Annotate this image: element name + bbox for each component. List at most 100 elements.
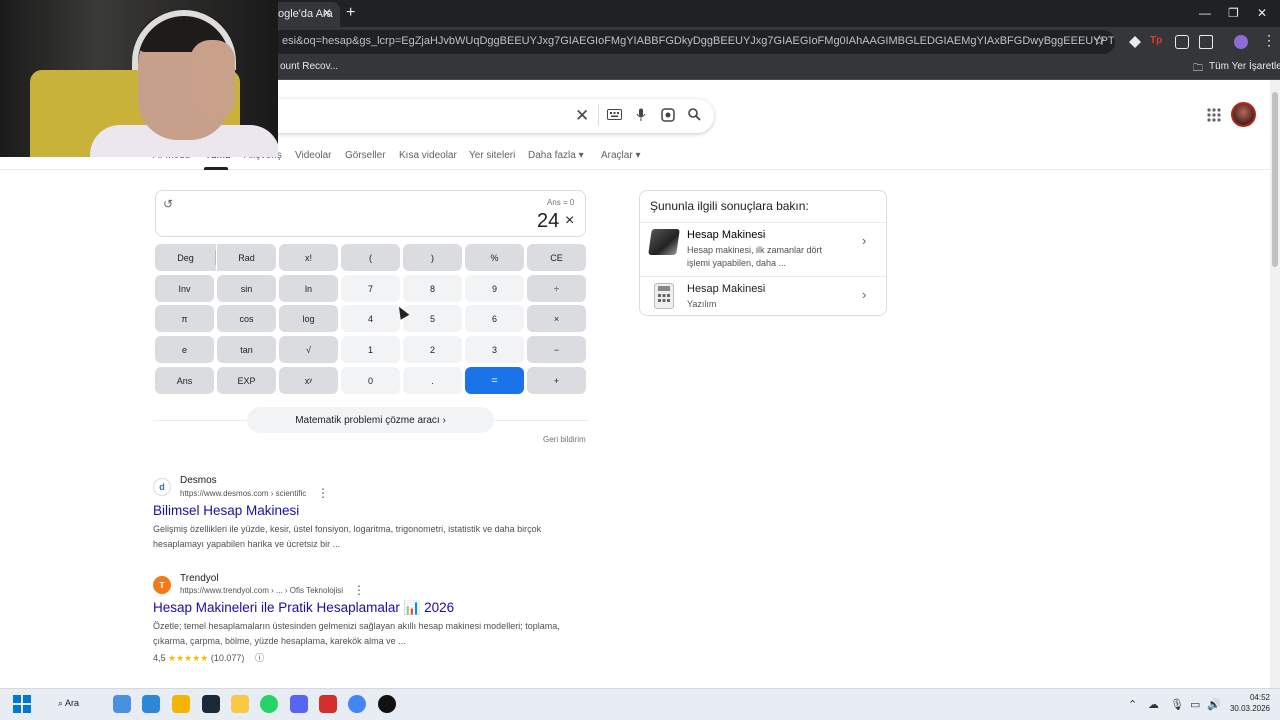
- mic-icon[interactable]: 🎙: [1170, 698, 1184, 711]
- plus-key[interactable]: +: [527, 367, 586, 394]
- nine-key[interactable]: 9: [465, 275, 524, 302]
- chevron-right-icon[interactable]: ›: [862, 287, 866, 302]
- taskbar-clock[interactable]: 04:52 30.03.2026: [1228, 692, 1270, 714]
- taskbar-search[interactable]: ⌕ Ara: [48, 694, 102, 714]
- onedrive-icon[interactable]: ☁: [1148, 698, 1159, 711]
- browser-menu-icon[interactable]: ⋮: [1262, 32, 1276, 49]
- feedback-link[interactable]: Geri bildirim: [543, 435, 586, 444]
- four-key[interactable]: 4: [341, 305, 400, 332]
- eight-key[interactable]: 8: [403, 275, 462, 302]
- profile-icon[interactable]: [1234, 35, 1248, 49]
- more-options-icon[interactable]: ⋮: [353, 583, 365, 597]
- history-icon[interactable]: ↺: [163, 197, 173, 211]
- ln-key[interactable]: ln: [279, 275, 338, 302]
- app-icon[interactable]: [378, 695, 396, 713]
- explorer-icon[interactable]: [231, 695, 249, 713]
- three-key[interactable]: 3: [465, 336, 524, 363]
- tray-chevron-icon[interactable]: ⌃: [1128, 698, 1137, 711]
- zero-key[interactable]: 0: [341, 367, 400, 394]
- info-icon[interactable]: ⓘ: [255, 653, 264, 663]
- percent-key[interactable]: %: [465, 244, 524, 271]
- tab-tools[interactable]: Araçlar ▾: [601, 150, 640, 161]
- maximize-button[interactable]: ❐: [1228, 6, 1239, 20]
- log-key[interactable]: log: [279, 305, 338, 332]
- windows-start-icon[interactable]: [13, 695, 31, 713]
- divide-key[interactable]: ÷: [527, 275, 586, 302]
- network-icon[interactable]: ▭: [1190, 698, 1200, 711]
- bookmark-item[interactable]: ount Recov...: [280, 61, 338, 72]
- apps-grid-icon[interactable]: [1207, 108, 1221, 126]
- related-item-title[interactable]: Hesap Makinesi: [687, 283, 765, 295]
- one-key[interactable]: 1: [341, 336, 400, 363]
- tab-videos[interactable]: Videolar: [295, 150, 332, 161]
- new-tab-button[interactable]: +: [346, 4, 355, 22]
- result-title[interactable]: Hesap Makineleri ile Pratik Hesaplamalar…: [153, 600, 454, 616]
- clear-search-icon[interactable]: ✕: [575, 106, 589, 126]
- whatsapp-icon[interactable]: [260, 695, 278, 713]
- cos-key[interactable]: cos: [217, 305, 276, 332]
- chevron-right-icon[interactable]: ›: [862, 233, 866, 248]
- all-bookmarks-link[interactable]: Tüm Yer İşaretleri: [1209, 61, 1280, 72]
- clear-entry-key[interactable]: CE: [527, 244, 586, 271]
- tan-key[interactable]: tan: [217, 336, 276, 363]
- chrome-icon[interactable]: [348, 695, 366, 713]
- scrollbar-thumb[interactable]: [1272, 92, 1278, 267]
- factorial-key[interactable]: x!: [279, 244, 338, 271]
- media-icon[interactable]: [319, 695, 337, 713]
- open-paren-key[interactable]: (: [341, 244, 400, 271]
- ans-key[interactable]: Ans: [155, 367, 214, 394]
- bookmark-star-icon[interactable]: ☆: [1093, 32, 1106, 49]
- search-icon[interactable]: [688, 108, 701, 124]
- two-key[interactable]: 2: [403, 336, 462, 363]
- close-window-button[interactable]: ✕: [1257, 6, 1267, 20]
- close-paren-key[interactable]: ): [403, 244, 462, 271]
- discord-icon[interactable]: [290, 695, 308, 713]
- steam-icon[interactable]: [202, 695, 220, 713]
- inverse-key[interactable]: Inv: [155, 275, 214, 302]
- e-key[interactable]: e: [155, 336, 214, 363]
- extensions-puzzle-icon[interactable]: [1199, 35, 1213, 49]
- files-icon[interactable]: [172, 695, 190, 713]
- extension-icon[interactable]: [1128, 35, 1142, 49]
- mic-icon[interactable]: [636, 108, 646, 125]
- tab-close-icon[interactable]: ✕: [322, 6, 332, 20]
- minimize-button[interactable]: —: [1199, 6, 1211, 20]
- url-field[interactable]: esi&oq=hesap&gs_lcrp=EgZjaHJvbWUqDggBEEU…: [270, 30, 1115, 54]
- more-options-icon[interactable]: ⋮: [317, 486, 329, 500]
- store-icon[interactable]: [142, 695, 160, 713]
- copilot-icon[interactable]: [113, 695, 131, 713]
- calculator-thumbnail[interactable]: [648, 229, 680, 255]
- pi-key[interactable]: π: [155, 305, 214, 332]
- decimal-key[interactable]: .: [403, 367, 462, 394]
- seven-key[interactable]: 7: [341, 275, 400, 302]
- result-title[interactable]: Bilimsel Hesap Makinesi: [153, 503, 299, 518]
- math-solver-button[interactable]: Matematik problemi çözme aracı ›: [247, 407, 494, 433]
- related-item-title[interactable]: Hesap Makinesi: [687, 229, 765, 241]
- tab-short-videos[interactable]: Kısa videolar: [399, 150, 457, 161]
- six-key[interactable]: 6: [465, 305, 524, 332]
- calculator-app-icon[interactable]: [654, 283, 674, 309]
- equals-key[interactable]: =: [465, 367, 524, 394]
- extension-icon[interactable]: [1175, 35, 1189, 49]
- sin-key[interactable]: sin: [217, 275, 276, 302]
- result-url[interactable]: https://www.trendyol.com › ... › Ofis Te…: [180, 586, 343, 595]
- lens-icon[interactable]: [661, 108, 675, 125]
- tab-images[interactable]: Görseller: [345, 150, 386, 161]
- power-key[interactable]: xʸ: [279, 367, 338, 394]
- multiply-key[interactable]: ×: [527, 305, 586, 332]
- result-site[interactable]: Trendyol: [180, 573, 219, 584]
- sqrt-key[interactable]: √: [279, 336, 338, 363]
- tab-more[interactable]: Daha fazla ▾: [528, 150, 584, 161]
- extension-icon[interactable]: Tp: [1150, 35, 1164, 49]
- keyboard-icon[interactable]: [607, 108, 622, 123]
- deg-key[interactable]: Deg: [155, 244, 216, 271]
- account-avatar[interactable]: [1231, 102, 1256, 127]
- result-site[interactable]: Desmos: [180, 475, 217, 486]
- tab-places[interactable]: Yer siteleri: [469, 150, 515, 161]
- rad-key[interactable]: Rad: [217, 244, 276, 271]
- five-key[interactable]: 5: [403, 305, 462, 332]
- volume-icon[interactable]: 🔊: [1207, 698, 1221, 711]
- exp-key[interactable]: EXP: [217, 367, 276, 394]
- result-url[interactable]: https://www.desmos.com › scientific: [180, 489, 306, 498]
- minus-key[interactable]: −: [527, 336, 586, 363]
